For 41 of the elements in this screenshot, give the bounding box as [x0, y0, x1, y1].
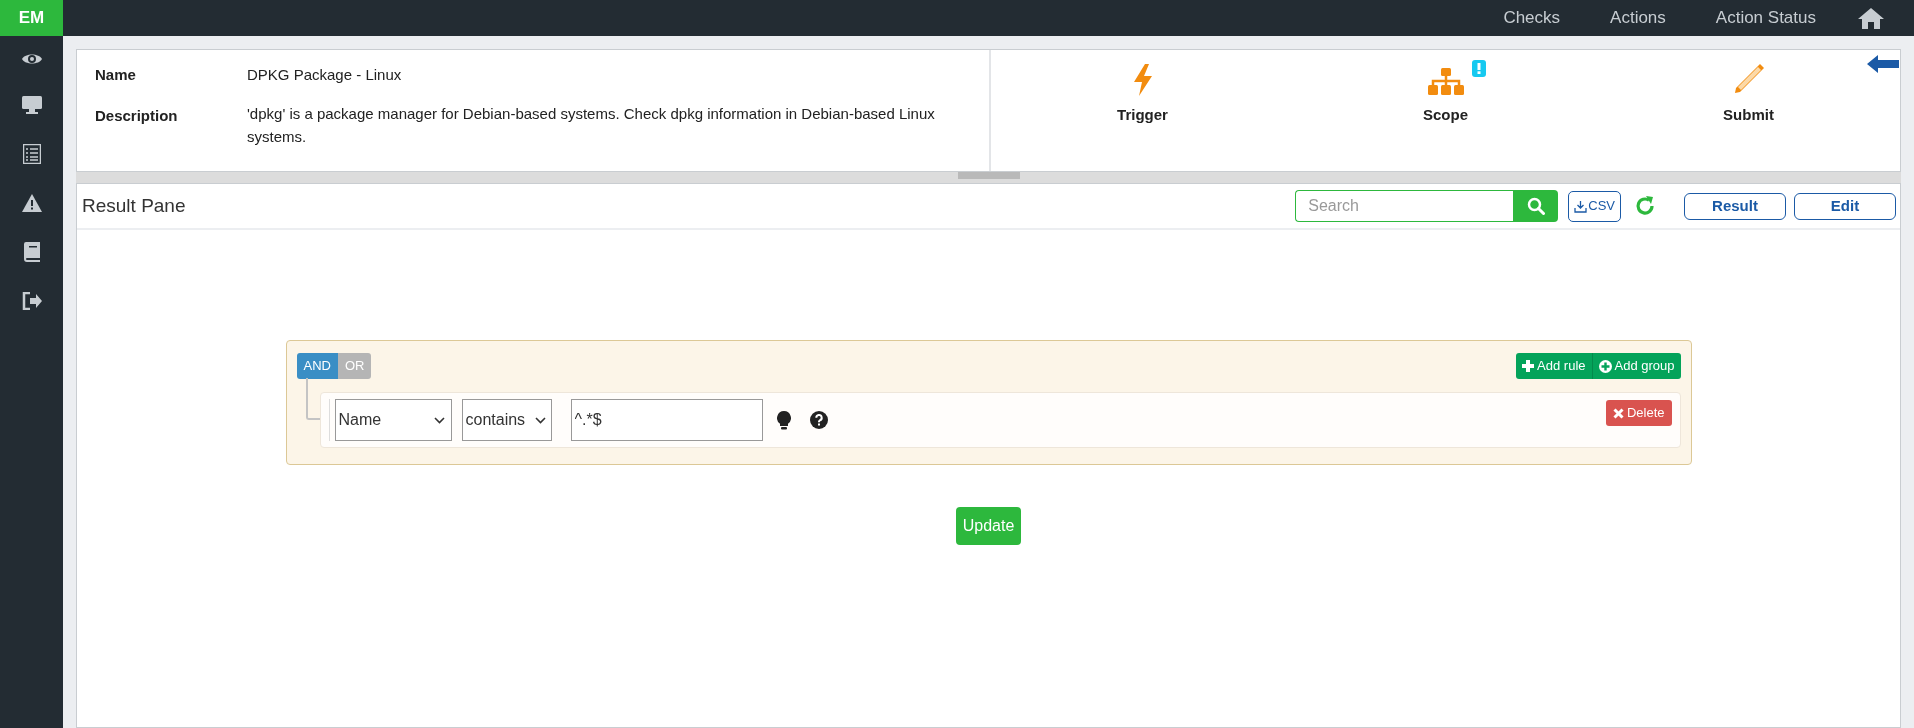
search-icon [1526, 197, 1545, 215]
field-label: Description [95, 105, 179, 126]
help-icon[interactable] [809, 411, 828, 429]
step-button[interactable]: Scope [1294, 50, 1597, 171]
close-icon [1612, 407, 1624, 419]
value-input[interactable]: ^.*$ [570, 399, 763, 441]
step-button[interactable]: Trigger [991, 50, 1294, 171]
search-field[interactable]: Search [1295, 190, 1514, 222]
book-icon[interactable] [23, 242, 40, 262]
condition-toggle[interactable]: AND [296, 353, 338, 379]
refresh-icon[interactable] [1634, 195, 1656, 217]
eye-icon[interactable] [20, 52, 43, 66]
pane-title: Result Pane [82, 193, 186, 218]
delete-button[interactable]: Delete [1605, 400, 1672, 426]
field-value: DPKG Package - Linux [247, 65, 402, 85]
plus-icon [1522, 360, 1535, 372]
hierarchy-icon [1427, 68, 1464, 96]
plus-circle-icon [1598, 359, 1612, 373]
chevron-down-icon [534, 416, 546, 424]
chevron-down-icon [433, 416, 445, 424]
warning-icon[interactable] [21, 194, 42, 212]
nav-link[interactable]: Action Status [1715, 5, 1816, 31]
pane-button[interactable]: Result [1684, 192, 1786, 220]
operator-select[interactable]: contains [461, 399, 552, 441]
home-icon[interactable] [1858, 7, 1884, 29]
search-button[interactable] [1513, 190, 1559, 222]
field-label: Name [95, 65, 137, 85]
field-value: 'dpkg' is a package manager for Debian-based systems. Check dpkg information in Debian-based Linux systems. [247, 103, 936, 147]
logout-icon[interactable] [21, 292, 42, 310]
pane-button[interactable]: Edit [1794, 192, 1896, 220]
lightning-icon [1131, 64, 1154, 96]
csv-export-button[interactable]: CSV [1568, 190, 1621, 222]
monitor-icon[interactable] [21, 96, 42, 114]
back-arrow-icon[interactable] [1867, 55, 1899, 73]
field-select[interactable]: Name [334, 399, 452, 441]
lightbulb-icon[interactable] [776, 410, 791, 430]
step-button[interactable]: Submit [1597, 50, 1900, 171]
nav-link[interactable]: Checks [1503, 5, 1561, 31]
nav-link[interactable]: Actions [1610, 5, 1666, 31]
download-icon [1574, 199, 1588, 213]
list-icon[interactable] [22, 144, 41, 164]
